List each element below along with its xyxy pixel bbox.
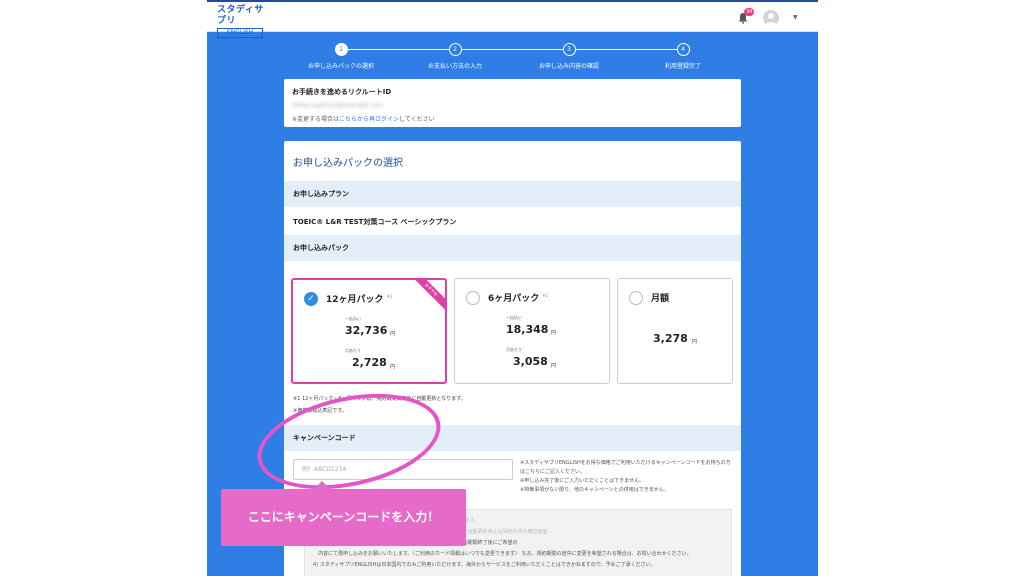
step-label: お支払い方法の入力 <box>427 63 482 70</box>
campaign-note: ※特筆事項がない限り、他のキャンペーンとの併用はできません。 <box>520 487 669 493</box>
terms-line: 4) スタディサプリENGLISHは日本国内でのみご利用いただけます。海外からサ… <box>313 562 656 568</box>
lump-sum-label: 一括払い <box>506 315 522 320</box>
top-bar: スタディサプリ ENGLISH 34 ▼ <box>207 0 818 38</box>
monthly-price: 2,728 <box>352 356 387 369</box>
pack-option-12-months[interactable]: おすすめ ✓ 12ヶ月パック ※1 一括払い 32,736 円 月あたり 2,72… <box>291 278 447 384</box>
step-number: 2 <box>448 43 462 56</box>
check-icon[interactable]: ✓ <box>304 292 318 306</box>
pack-option-6-months[interactable]: 6ヶ月パック ※1 一括払い 18,348 円 月あたり 3,058 円 <box>454 278 610 384</box>
lump-sum-price: 18,348 <box>506 323 549 336</box>
yen-unit: 円 <box>551 330 557 336</box>
note-suffix: してください <box>399 116 435 123</box>
pack-name: 月額 <box>651 294 670 304</box>
callout-arrow <box>314 481 330 489</box>
step-1: 1 お申し込みパックの選択 <box>286 43 396 70</box>
step-label: 利用登録完了 <box>664 63 701 70</box>
yen-unit: 円 <box>390 364 396 370</box>
progress-steps: 1 お申し込みパックの選択 2 お支払い方法の入力 3 お申し込み内容の確認 4… <box>207 40 818 74</box>
pack-option-monthly[interactable]: 月額 3,278 円 <box>617 278 733 384</box>
yen-unit: 円 <box>692 339 698 345</box>
radio-button[interactable] <box>466 291 480 305</box>
recommended-ribbon: おすすめ <box>406 280 445 315</box>
relogin-link[interactable]: こちらから再ログイン <box>339 116 399 123</box>
plan-section-header: お申し込みプラン <box>284 181 741 207</box>
step-2: 2 お支払い方法の入力 <box>400 43 510 70</box>
monthly-price: 3,058 <box>513 355 548 368</box>
recruit-id-note: ※変更する場合はこちらから再ログインしてください <box>292 114 733 123</box>
pack-name: 6ヶ月パック ※1 <box>488 291 548 304</box>
pack-name-text: 12ヶ月パック <box>326 295 384 305</box>
page-title: お申し込みパックの選択 <box>293 158 403 169</box>
recruit-id-title: お手続きを進めるリクルートID <box>292 88 392 96</box>
monthly-label: 月あたり <box>506 347 522 352</box>
pack-footnote-mark: ※1 <box>386 294 393 299</box>
logo-main-text: スタディサプリ <box>217 5 264 26</box>
note-prefix: ※変更する場合は <box>292 116 340 123</box>
step-label: お申し込みパックの選択 <box>307 63 374 70</box>
yen-unit: 円 <box>390 331 396 337</box>
annotation-callout: ここにキャンペーンコードを入力！ <box>221 489 466 546</box>
step-4: 4 利用登録完了 <box>628 43 738 70</box>
yen-unit: 円 <box>551 363 557 369</box>
pack-name-text: 6ヶ月パック <box>488 294 540 304</box>
lump-sum-price: 32,736 <box>345 324 388 337</box>
recruit-id-card: お手続きを進めるリクルートID shota.sugimori@example.c… <box>284 79 741 127</box>
avatar[interactable] <box>763 10 779 26</box>
logo-sub-text: ENGLISH <box>217 28 263 38</box>
chevron-down-icon[interactable]: ▼ <box>793 14 798 21</box>
app-logo[interactable]: スタディサプリ ENGLISH <box>217 5 267 38</box>
notification-badge: 34 <box>744 8 755 16</box>
step-label: お申し込み内容の確認 <box>538 63 599 70</box>
pack-footnote-mark: ※1 <box>542 293 549 298</box>
campaign-note: ※申し込み完了後にご入力いただくことはできません。 <box>520 478 644 484</box>
lump-sum-label: 一括払い <box>345 316 361 321</box>
step-number: 4 <box>676 43 690 56</box>
step-number: 1 <box>334 43 348 56</box>
pack-name: 12ヶ月パック ※1 <box>326 292 392 305</box>
recruit-id-value: shota.sugimori@example.com <box>292 102 384 109</box>
terms-line: 内容にて再申し込みをお願いいたします。（ご利用のカード情報はいつでも変更できます… <box>313 551 692 557</box>
monthly-price: 3,278 <box>653 332 688 345</box>
plan-name: TOEIC® L&R TEST対策コース ベーシックプラン <box>293 218 457 226</box>
step-number: 3 <box>562 43 576 56</box>
step-3: 3 お申し込み内容の確認 <box>514 43 624 70</box>
campaign-notes: ※スタディサプリENGLISHをお得な価格でご利用いただけるキャンペーンコードを… <box>520 459 735 495</box>
user-icon <box>765 13 777 26</box>
campaign-note: ※スタディサプリENGLISHをお得な価格でご利用いただけるキャンペーンコードを… <box>520 460 731 475</box>
pack-section-header: お申し込みパック <box>284 235 741 261</box>
monthly-label: 月あたり <box>345 348 361 353</box>
radio-button[interactable] <box>629 291 643 305</box>
